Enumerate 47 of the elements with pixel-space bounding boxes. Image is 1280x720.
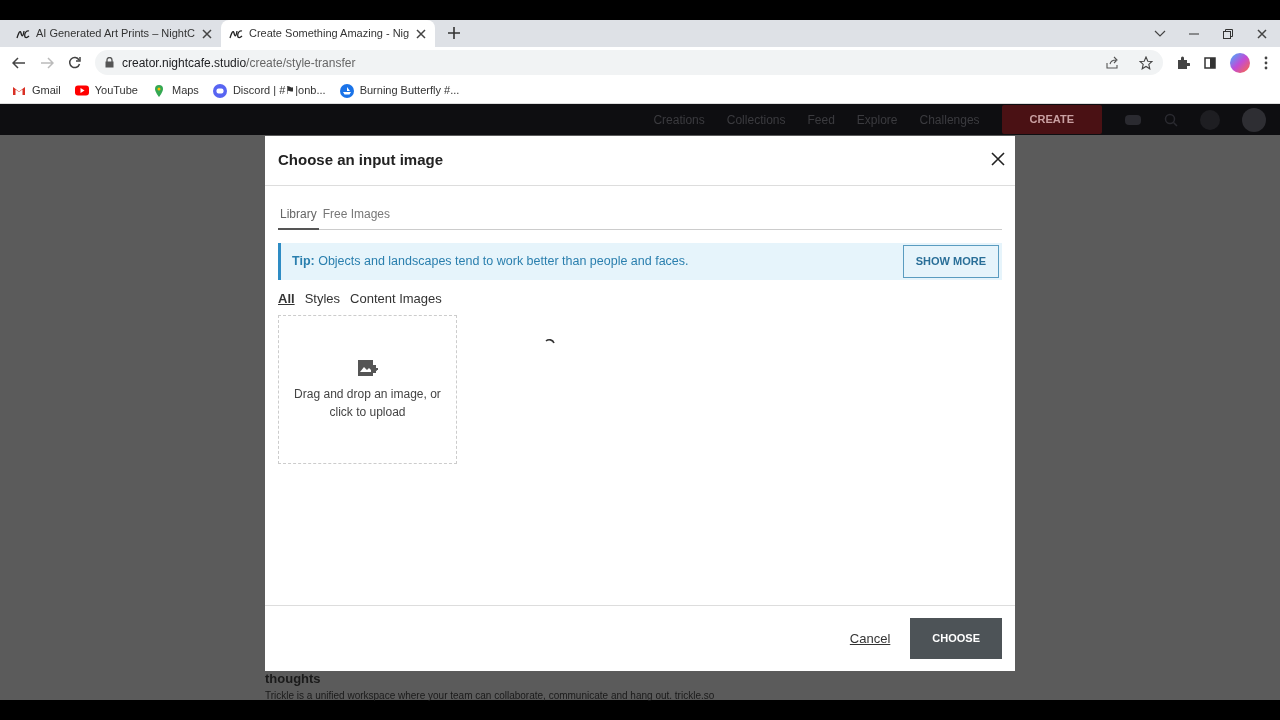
side-panel-icon[interactable] [1204, 56, 1216, 69]
share-icon[interactable] [1105, 55, 1119, 70]
tab-title: Create Something Amazing - Nig [248, 26, 410, 42]
filter-tab[interactable]: Styles [304, 289, 341, 309]
close-icon[interactable] [415, 27, 428, 40]
image-add-icon [356, 357, 379, 377]
dialog-title: Choose an input image [278, 150, 443, 171]
browser-tab[interactable]: Create Something Amazing - Nig [220, 20, 436, 47]
tab-title: AI Generated Art Prints – NightC [36, 26, 195, 42]
close-icon [991, 151, 1005, 166]
close-icon[interactable] [200, 27, 213, 40]
back-icon[interactable] [12, 56, 26, 69]
source-tab[interactable]: Library [278, 200, 319, 230]
bookmark-link[interactable]: Burning Butterfly #... [359, 82, 460, 99]
url-text: creator.nightcafe.studio/create/style-transfer [122, 54, 356, 72]
address-bar[interactable]: creator.nightcafe.studio/create/style-transfer [95, 50, 1163, 75]
plus-icon[interactable] [447, 26, 462, 40]
bookmark-link[interactable]: Gmail [32, 82, 61, 99]
chevron-down-icon[interactable] [1154, 29, 1166, 38]
close-icon[interactable] [1256, 27, 1268, 40]
filter-tab[interactable]: Content Images [350, 289, 442, 309]
show-more-button[interactable]: SHOW MORE [902, 245, 999, 278]
choose-button[interactable]: CHOOSE [910, 618, 1002, 659]
profile-avatar-icon[interactable] [1230, 52, 1250, 73]
browser-tab[interactable]: AI Generated Art Prints – NightC [8, 20, 221, 47]
ad-headline: thoughts [265, 672, 322, 685]
site-logo-icon [16, 28, 30, 39]
boat-icon[interactable] [339, 83, 354, 98]
filter-tab[interactable]: All [278, 289, 295, 309]
cancel-link[interactable]: Cancel [843, 627, 897, 650]
bookmark-link[interactable]: Discord | #⚑|onb... [232, 82, 326, 99]
ad-text: Trickle is a unified workspace where your team can collaborate, communicate and hang out. trickle.so [265, 689, 715, 703]
more-options-icon[interactable] [1264, 55, 1268, 70]
upload-hint: Drag and drop an image, or click to upload [293, 386, 442, 421]
create-button[interactable]: CREATE [1001, 105, 1102, 134]
source-tab[interactable]: Free Images [320, 200, 393, 230]
star-icon[interactable] [1139, 55, 1153, 70]
lock-icon [105, 57, 114, 68]
puzzle-piece-icon[interactable] [1177, 56, 1190, 69]
bookmark-link[interactable]: Maps [171, 82, 199, 99]
upload-dropzone[interactable]: Drag and drop an image, or click to upload [278, 314, 457, 464]
restore-icon[interactable] [1222, 27, 1234, 40]
play-icon[interactable] [74, 83, 89, 98]
reload-icon[interactable] [68, 56, 81, 69]
site-logo-icon [228, 28, 243, 39]
bookmark-link[interactable]: YouTube [94, 82, 138, 99]
tip-text: Tip: Objects and landscapes tend to work better than people and faces. [292, 253, 690, 271]
